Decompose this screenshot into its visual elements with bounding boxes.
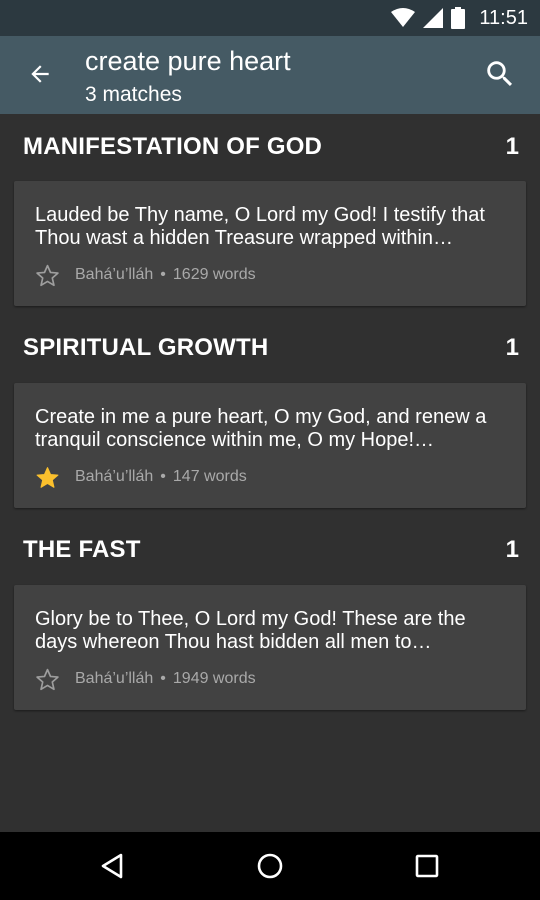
word-count: 147 words [172, 468, 247, 485]
prayer-excerpt: Glory be to Thee, O Lord my God! These a… [35, 608, 466, 653]
prayer-author: Bahá’u’lláh [75, 670, 154, 687]
arrow-back-icon [31, 65, 49, 83]
star-outline-icon[interactable] [35, 667, 60, 692]
nav-back-button[interactable] [92, 846, 132, 886]
status-bar: 11:51 [0, 0, 540, 36]
nav-recents-icon [415, 854, 439, 878]
star-outline-icon[interactable] [35, 263, 60, 288]
section-header: MANIFESTATION OF GOD 1 [23, 127, 519, 167]
toolbar: create pure heart 3 matches [0, 36, 540, 114]
section-count: 1 [505, 536, 519, 563]
results-list: MANIFESTATION OF GOD 1 Lauded be Thy nam… [0, 114, 540, 832]
meta-separator: • [160, 468, 166, 485]
section-title: THE FAST [23, 536, 141, 563]
cell-signal-icon [423, 8, 444, 28]
meta-separator: • [160, 670, 166, 687]
section-count: 1 [505, 133, 519, 160]
back-button[interactable] [22, 56, 58, 92]
section-title: SPIRITUAL GROWTH [23, 334, 269, 361]
word-count: 1629 words [172, 266, 256, 283]
nav-home-icon [257, 853, 283, 879]
page-title: create pure heart [85, 46, 291, 76]
prayer-meta: Bahá’u’lláh • 147 words [35, 465, 247, 489]
meta-separator: • [160, 266, 166, 283]
prayer-meta: Bahá’u’lláh • 1949 words [35, 667, 256, 691]
nav-home-button[interactable] [250, 846, 290, 886]
nav-recents-button[interactable] [407, 846, 447, 886]
word-count: 1949 words [172, 670, 256, 687]
search-icon [487, 61, 513, 87]
prayer-card[interactable]: Lauded be Thy name, O Lord my God! I tes… [14, 181, 526, 306]
navigation-bar [0, 832, 540, 900]
prayer-card[interactable]: Create in me a pure heart, O my God, and… [14, 383, 526, 508]
prayer-author: Bahá’u’lláh [75, 266, 154, 283]
wifi-icon [391, 8, 416, 27]
nav-back-icon [101, 853, 123, 879]
section-title: MANIFESTATION OF GOD [23, 133, 323, 160]
section-count: 1 [505, 334, 519, 361]
star-icon[interactable] [35, 465, 60, 490]
prayer-author: Bahá’u’lláh [75, 468, 154, 485]
prayer-meta: Bahá’u’lláh • 1629 words [35, 263, 256, 287]
section-header: SPIRITUAL GROWTH 1 [23, 328, 519, 368]
search-button[interactable] [480, 54, 520, 94]
battery-icon [451, 7, 466, 29]
prayer-card[interactable]: Glory be to Thee, O Lord my God! These a… [14, 585, 526, 710]
prayer-excerpt: Create in me a pure heart, O my God, and… [35, 406, 487, 451]
status-time: 11:51 [479, 6, 528, 29]
section-header: THE FAST 1 [23, 530, 519, 570]
prayer-excerpt: Lauded be Thy name, O Lord my God! I tes… [35, 204, 485, 249]
match-count: 3 matches [85, 83, 182, 106]
